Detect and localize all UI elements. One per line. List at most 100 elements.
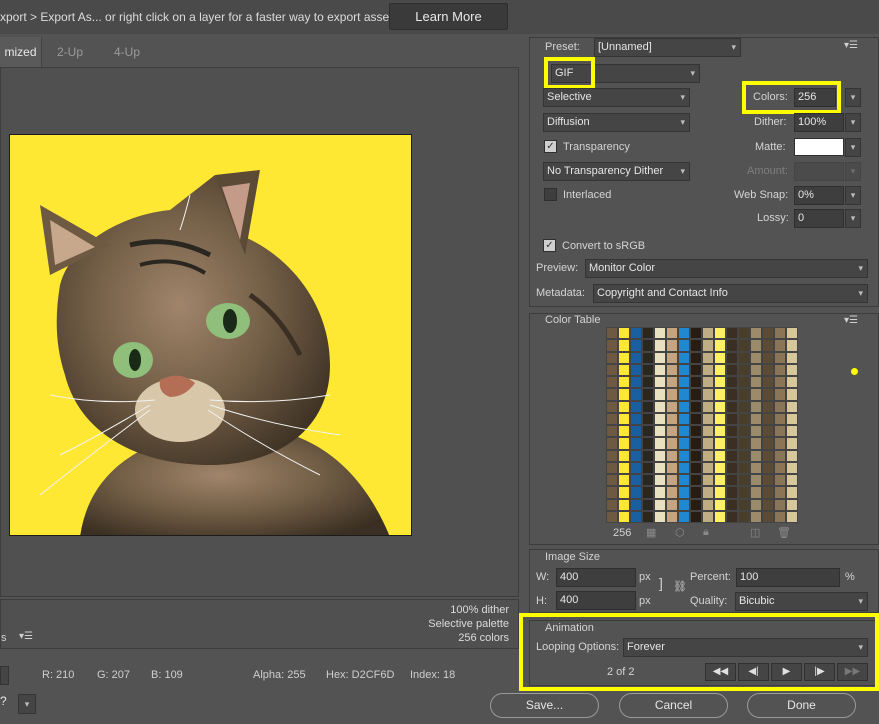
color-swatch[interactable]	[726, 498, 738, 511]
color-swatch[interactable]	[654, 363, 666, 376]
color-swatch[interactable]	[786, 437, 798, 450]
color-swatch[interactable]	[702, 461, 714, 474]
color-swatch[interactable]	[702, 510, 714, 523]
trash-icon[interactable]: 🗑︎	[777, 526, 791, 539]
color-swatch[interactable]	[642, 498, 654, 511]
color-swatch[interactable]	[774, 400, 786, 413]
color-swatch[interactable]	[630, 437, 642, 450]
color-swatch[interactable]	[750, 376, 762, 389]
color-swatch[interactable]	[726, 339, 738, 352]
color-swatch[interactable]	[642, 327, 654, 340]
color-swatch[interactable]	[774, 412, 786, 425]
color-swatch[interactable]	[714, 412, 726, 425]
color-swatch[interactable]	[618, 339, 630, 352]
color-swatch[interactable]	[774, 339, 786, 352]
color-swatch[interactable]	[702, 449, 714, 462]
dither-dropdown[interactable]: ▾	[845, 113, 861, 132]
color-table-grid[interactable]	[606, 327, 798, 523]
color-swatch[interactable]	[630, 376, 642, 389]
new-color-icon[interactable]: ◫	[750, 526, 760, 539]
quality-select[interactable]: Bicubic ▾	[735, 592, 868, 611]
matte-dropdown[interactable]: ▾	[845, 138, 861, 157]
color-swatch[interactable]	[786, 461, 798, 474]
color-swatch[interactable]	[666, 351, 678, 364]
color-swatch[interactable]	[606, 461, 618, 474]
color-swatch[interactable]	[642, 363, 654, 376]
color-swatch[interactable]	[750, 412, 762, 425]
color-swatch[interactable]	[738, 486, 750, 499]
color-swatch[interactable]	[786, 327, 798, 340]
color-swatch[interactable]	[726, 388, 738, 401]
color-swatch[interactable]	[654, 412, 666, 425]
color-swatch[interactable]	[702, 437, 714, 450]
color-swatch[interactable]	[750, 449, 762, 462]
color-swatch[interactable]	[714, 486, 726, 499]
color-swatch[interactable]	[738, 510, 750, 523]
color-swatch[interactable]	[618, 412, 630, 425]
color-swatch[interactable]	[666, 327, 678, 340]
color-swatch[interactable]	[690, 388, 702, 401]
color-swatch[interactable]	[726, 376, 738, 389]
color-swatch[interactable]	[762, 510, 774, 523]
color-swatch[interactable]	[618, 461, 630, 474]
color-swatch[interactable]	[774, 376, 786, 389]
color-swatch[interactable]	[606, 510, 618, 523]
color-swatch[interactable]	[678, 412, 690, 425]
color-swatch[interactable]	[654, 376, 666, 389]
color-swatch[interactable]	[642, 449, 654, 462]
color-swatch[interactable]	[666, 510, 678, 523]
color-swatch[interactable]	[678, 474, 690, 487]
color-swatch[interactable]	[642, 339, 654, 352]
color-swatch[interactable]	[606, 363, 618, 376]
color-swatch[interactable]	[762, 376, 774, 389]
color-swatch[interactable]	[738, 461, 750, 474]
color-swatch[interactable]	[678, 339, 690, 352]
color-swatch[interactable]	[630, 400, 642, 413]
help-icon[interactable]: ?	[0, 694, 16, 714]
preview-select[interactable]: Monitor Color ▾	[585, 259, 868, 278]
color-swatch[interactable]	[738, 363, 750, 376]
color-swatch[interactable]	[774, 388, 786, 401]
color-swatch[interactable]	[738, 437, 750, 450]
color-swatch[interactable]	[666, 437, 678, 450]
web-snap-field[interactable]: 0%	[794, 186, 844, 205]
color-swatch[interactable]	[630, 327, 642, 340]
color-swatch[interactable]	[690, 486, 702, 499]
color-swatch[interactable]	[762, 437, 774, 450]
color-swatch[interactable]	[762, 327, 774, 340]
color-swatch[interactable]	[618, 474, 630, 487]
color-swatch[interactable]	[606, 351, 618, 364]
color-swatch[interactable]	[726, 400, 738, 413]
color-swatch[interactable]	[642, 388, 654, 401]
color-swatch[interactable]	[714, 449, 726, 462]
color-swatch[interactable]	[714, 474, 726, 487]
color-swatch[interactable]	[726, 412, 738, 425]
help-dropdown[interactable]: ▾	[18, 694, 36, 714]
color-swatch[interactable]	[630, 486, 642, 499]
color-swatch[interactable]	[666, 388, 678, 401]
done-button[interactable]: Done	[747, 693, 856, 718]
color-swatch[interactable]	[678, 510, 690, 523]
color-swatch[interactable]	[654, 339, 666, 352]
color-swatch[interactable]	[666, 339, 678, 352]
color-swatch[interactable]	[726, 449, 738, 462]
color-swatch[interactable]	[630, 339, 642, 352]
color-swatch[interactable]	[666, 474, 678, 487]
color-swatch[interactable]	[762, 474, 774, 487]
color-swatch[interactable]	[654, 400, 666, 413]
lossy-field[interactable]: 0	[794, 209, 844, 228]
color-swatch[interactable]	[654, 437, 666, 450]
color-swatch[interactable]	[690, 449, 702, 462]
color-swatch[interactable]	[666, 363, 678, 376]
color-swatch[interactable]	[666, 425, 678, 438]
color-swatch[interactable]	[786, 425, 798, 438]
color-swatch[interactable]	[666, 498, 678, 511]
color-swatch[interactable]	[726, 486, 738, 499]
color-swatch[interactable]	[618, 376, 630, 389]
color-swatch[interactable]	[690, 400, 702, 413]
color-swatch[interactable]	[702, 498, 714, 511]
color-swatch[interactable]	[738, 339, 750, 352]
color-swatch[interactable]	[786, 449, 798, 462]
color-swatch[interactable]	[750, 388, 762, 401]
map-transparent-icon[interactable]: ▦	[646, 526, 656, 539]
